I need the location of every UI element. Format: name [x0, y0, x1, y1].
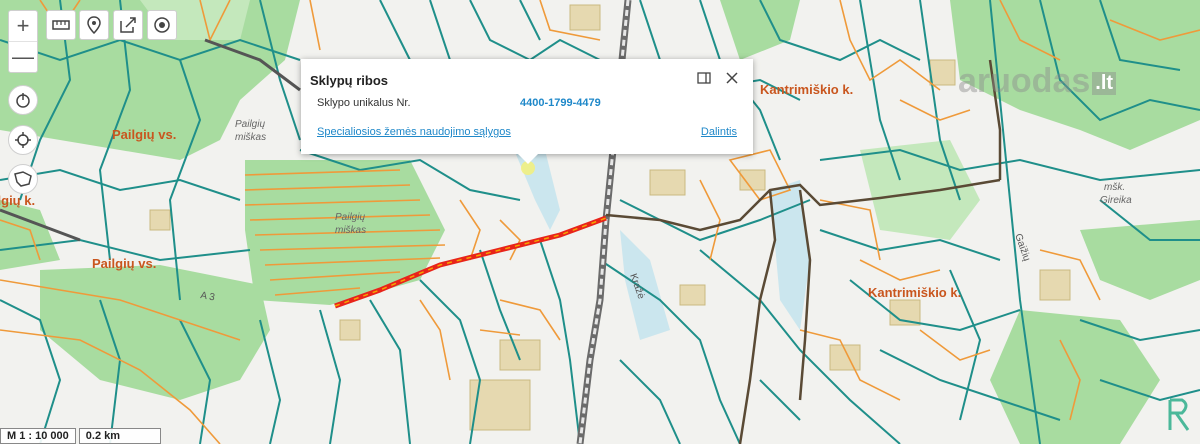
place-label: Kantrimiškio k.	[760, 82, 853, 97]
corner-logo-icon	[1168, 398, 1190, 431]
locate-button[interactable]	[147, 10, 177, 40]
power-icon	[16, 93, 30, 108]
zoom-out-button[interactable]: —	[9, 41, 37, 72]
forest-label: Gireika	[1100, 195, 1132, 206]
watermark-text: aruodas	[958, 62, 1091, 100]
export-button[interactable]	[113, 10, 143, 40]
parcel-number-value: 4400-1799-4479	[520, 97, 601, 109]
crosshair-button[interactable]	[8, 125, 38, 155]
forest-label: mšk.	[1104, 182, 1125, 193]
place-label: Pailgių k.	[0, 193, 35, 208]
measure-button[interactable]	[46, 10, 76, 40]
special-conditions-link[interactable]: Specialiosios žemės naudojimo sąlygos	[317, 126, 511, 138]
scale-distance: 0.2 km	[78, 428, 161, 444]
forest-label: miškas	[235, 132, 266, 143]
close-icon[interactable]	[725, 71, 739, 85]
place-label: Pailgių vs.	[112, 127, 176, 142]
select-shape-button[interactable]	[8, 164, 38, 194]
pin-button[interactable]	[79, 10, 109, 40]
share-export-icon	[120, 17, 136, 33]
watermark-suffix: .lt	[1092, 71, 1117, 95]
crosshair-icon	[15, 132, 31, 148]
parcel-popup: Sklypų ribos Sklypo unikalus Nr. 4400-17…	[301, 59, 753, 164]
popup-title: Sklypų ribos	[310, 73, 389, 88]
scale-ratio: M 1 : 10 000	[0, 428, 76, 444]
place-label: Kantrimiškio k.	[868, 285, 961, 300]
power-button[interactable]	[8, 85, 38, 115]
measure-line-icon	[52, 20, 70, 30]
parcel-number-label: Sklypo unikalus Nr.	[317, 97, 411, 109]
watermark: aruodas .lt	[958, 62, 1117, 101]
dock-panel-icon[interactable]	[697, 71, 711, 85]
share-link[interactable]: Dalintis	[701, 126, 737, 138]
shape-select-icon	[14, 171, 32, 187]
scale-bar: M 1 : 10 000 0.2 km	[0, 428, 164, 444]
zoom-in-button[interactable]: +	[9, 11, 37, 41]
forest-label: miškas	[335, 225, 366, 236]
zoom-control: + —	[8, 10, 38, 73]
target-icon	[154, 17, 170, 33]
forest-label: Pailgių	[235, 119, 265, 130]
map-pin-icon	[87, 16, 101, 34]
place-label: Pailgių vs.	[92, 256, 156, 271]
forest-label: Pailgių	[335, 212, 365, 223]
